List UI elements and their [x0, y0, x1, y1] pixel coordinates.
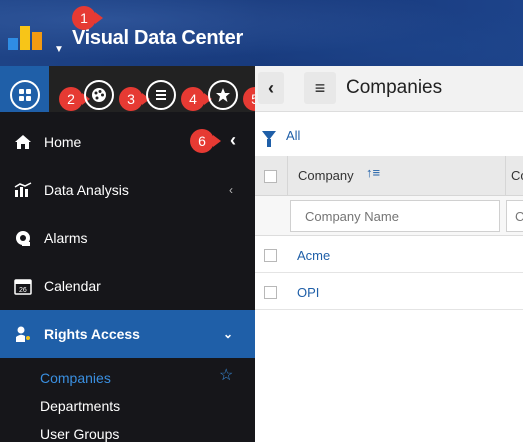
sidebar-subitem-departments[interactable]: Departments [40, 398, 120, 414]
sidebar-item-label: Data Analysis [44, 182, 129, 198]
chart-icon [12, 182, 34, 198]
table-row[interactable] [255, 273, 523, 310]
sidebar-item-alarms[interactable]: Alarms [0, 214, 255, 262]
sidebar-item-label: Alarms [44, 230, 88, 246]
palette-icon[interactable] [84, 80, 114, 110]
table-row[interactable] [255, 236, 523, 273]
list-icon[interactable] [146, 80, 176, 110]
back-button[interactable]: ‹ [258, 72, 284, 104]
select-all-checkbox[interactable] [264, 170, 277, 183]
bar-chart-logo-icon[interactable] [6, 20, 56, 50]
sidebar-item-data-analysis[interactable]: Data Analysis ‹ [0, 166, 255, 214]
alarm-icon [12, 229, 34, 247]
marker-3: 3 [119, 87, 150, 111]
marker-4: 4 [181, 87, 212, 111]
svg-text:26: 26 [19, 287, 27, 294]
filter-label: All [286, 128, 301, 143]
marker-1: 1 [72, 6, 103, 30]
chevron-down-icon: ⌄ [222, 327, 233, 341]
user-key-icon [12, 325, 34, 343]
sidebar-item-calendar[interactable]: 26 Calendar [0, 262, 255, 310]
marker-6: 6 [190, 129, 221, 153]
home-icon [12, 134, 34, 150]
company-link[interactable]: OPI [297, 285, 319, 300]
row-checkbox[interactable] [264, 249, 277, 262]
page-title: Companies [346, 77, 443, 98]
company-name-filter-input[interactable] [290, 200, 500, 232]
marker-2: 2 [59, 87, 90, 111]
collapse-sidebar-chevron-icon[interactable]: ‹ [230, 130, 236, 151]
sort-icon[interactable]: ↑≡ [366, 165, 380, 180]
sidebar-item-label: Calendar [44, 278, 101, 294]
column-header-company[interactable]: Company [298, 168, 354, 183]
table-header [255, 156, 523, 196]
menu-icon[interactable]: ≡ [304, 72, 336, 104]
chevron-left-icon: ‹ [229, 183, 233, 197]
apps-grid-icon[interactable] [10, 80, 40, 110]
column-header-second[interactable]: Co [511, 168, 523, 183]
filter-all[interactable]: All [262, 128, 301, 147]
favorite-star-icon[interactable]: ☆ [219, 365, 233, 385]
company-link[interactable]: Acme [297, 248, 330, 263]
logo-dropdown-caret-icon[interactable]: ▼ [54, 44, 64, 55]
sidebar-subitem-companies[interactable]: Companies [40, 370, 111, 386]
second-column-filter-input[interactable]: C [506, 200, 523, 232]
sidebar-item-rights-access[interactable]: Rights Access ⌄ [0, 310, 255, 358]
sidebar-item-label: Home [44, 134, 82, 150]
sidebar-subitem-user-groups[interactable]: User Groups [40, 426, 119, 442]
filter-funnel-icon [262, 131, 276, 147]
app-title: Visual Data Center [72, 27, 243, 49]
star-icon[interactable] [208, 80, 238, 110]
row-checkbox[interactable] [264, 286, 277, 299]
sidebar-item-label: Rights Access [44, 326, 140, 342]
calendar-icon: 26 [12, 277, 34, 295]
